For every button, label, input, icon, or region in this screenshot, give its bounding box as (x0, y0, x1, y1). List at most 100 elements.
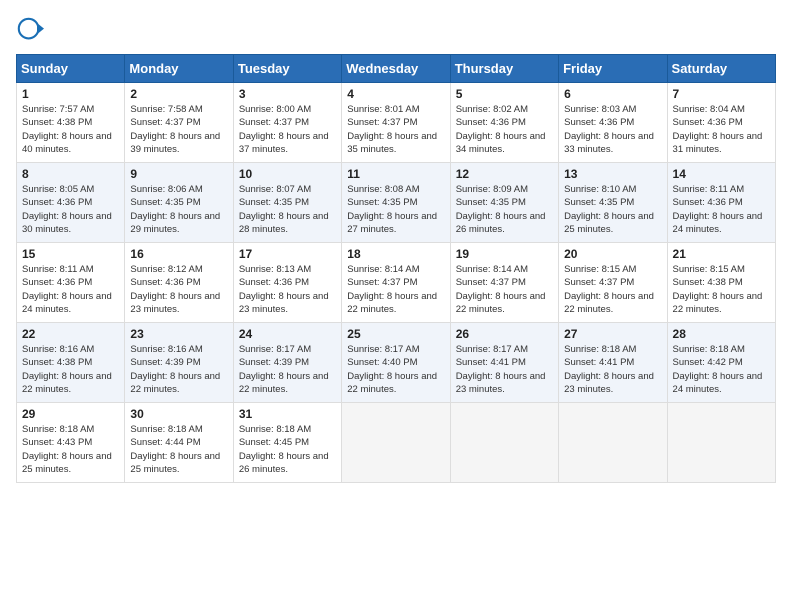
calendar-week-row: 22 Sunrise: 8:16 AMSunset: 4:38 PMDayligh… (17, 323, 776, 403)
cell-info: Sunrise: 8:18 AMSunset: 4:43 PMDaylight:… (22, 424, 112, 475)
calendar-cell: 21 Sunrise: 8:15 AMSunset: 4:38 PMDayligh… (667, 243, 775, 323)
calendar-cell: 2Sunrise: 7:58 AMSunset: 4:37 PMDaylight… (125, 83, 233, 163)
cell-info: Sunrise: 8:18 AMSunset: 4:41 PMDaylight:… (564, 344, 654, 395)
logo-icon (16, 16, 44, 44)
cell-info: Sunrise: 7:58 AMSunset: 4:37 PMDaylight:… (130, 104, 220, 155)
calendar-cell: 11 Sunrise: 8:08 AMSunset: 4:35 PMDayligh… (342, 163, 450, 243)
day-number: 16 (130, 247, 227, 261)
cell-info: Sunrise: 8:16 AMSunset: 4:39 PMDaylight:… (130, 344, 220, 395)
calendar-cell: 3 Sunrise: 8:00 AMSunset: 4:37 PMDaylight… (233, 83, 341, 163)
cell-info: Sunrise: 8:06 AMSunset: 4:35 PMDaylight:… (130, 184, 220, 235)
cell-info: Sunrise: 8:12 AMSunset: 4:36 PMDaylight:… (130, 264, 220, 315)
cell-info: Sunrise: 8:11 AMSunset: 4:36 PMDaylight:… (673, 184, 763, 235)
calendar-body: 1 Sunrise: 7:57 AMSunset: 4:38 PMDaylight… (17, 83, 776, 483)
day-number: 8 (22, 167, 119, 181)
weekday-header-saturday: Saturday (667, 55, 775, 83)
day-number: 3 (239, 87, 336, 101)
calendar-cell: 1 Sunrise: 7:57 AMSunset: 4:38 PMDaylight… (17, 83, 125, 163)
cell-info: Sunrise: 8:00 AMSunset: 4:37 PMDaylight:… (239, 104, 329, 155)
calendar-cell: 6 Sunrise: 8:03 AMSunset: 4:36 PMDaylight… (559, 83, 667, 163)
day-number: 25 (347, 327, 444, 341)
day-number: 7 (673, 87, 770, 101)
cell-info: Sunrise: 8:13 AMSunset: 4:36 PMDaylight:… (239, 264, 329, 315)
logo (16, 16, 48, 44)
weekday-header-wednesday: Wednesday (342, 55, 450, 83)
calendar-cell (559, 403, 667, 483)
day-number: 5 (456, 87, 553, 101)
cell-info: Sunrise: 8:16 AMSunset: 4:38 PMDaylight:… (22, 344, 112, 395)
calendar-cell: 16 Sunrise: 8:12 AMSunset: 4:36 PMDayligh… (125, 243, 233, 323)
day-number: 29 (22, 407, 119, 421)
calendar-cell: 26Sunrise: 8:17 AMSunset: 4:41 PMDayligh… (450, 323, 558, 403)
calendar-cell: 29 Sunrise: 8:18 AMSunset: 4:43 PMDayligh… (17, 403, 125, 483)
calendar-cell (667, 403, 775, 483)
cell-info: Sunrise: 8:17 AMSunset: 4:40 PMDaylight:… (347, 344, 437, 395)
day-number: 12 (456, 167, 553, 181)
weekday-header-tuesday: Tuesday (233, 55, 341, 83)
calendar-week-row: 29 Sunrise: 8:18 AMSunset: 4:43 PMDayligh… (17, 403, 776, 483)
cell-info: Sunrise: 7:57 AMSunset: 4:38 PMDaylight:… (22, 104, 112, 155)
calendar-cell: 20 Sunrise: 8:15 AMSunset: 4:37 PMDayligh… (559, 243, 667, 323)
calendar-week-row: 8 Sunrise: 8:05 AMSunset: 4:36 PMDaylight… (17, 163, 776, 243)
calendar-cell: 5 Sunrise: 8:02 AMSunset: 4:36 PMDaylight… (450, 83, 558, 163)
cell-info: Sunrise: 8:07 AMSunset: 4:35 PMDaylight:… (239, 184, 329, 235)
day-number: 14 (673, 167, 770, 181)
calendar-cell: 14 Sunrise: 8:11 AMSunset: 4:36 PMDayligh… (667, 163, 775, 243)
cell-info: Sunrise: 8:14 AMSunset: 4:37 PMDaylight:… (456, 264, 546, 315)
cell-info: Sunrise: 8:09 AMSunset: 4:35 PMDaylight:… (456, 184, 546, 235)
cell-info: Sunrise: 8:18 AMSunset: 4:44 PMDaylight:… (130, 424, 220, 475)
calendar-cell: 22 Sunrise: 8:16 AMSunset: 4:38 PMDayligh… (17, 323, 125, 403)
calendar-cell: 17 Sunrise: 8:13 AMSunset: 4:36 PMDayligh… (233, 243, 341, 323)
cell-info: Sunrise: 8:04 AMSunset: 4:36 PMDaylight:… (673, 104, 763, 155)
cell-info: Sunrise: 8:05 AMSunset: 4:36 PMDaylight:… (22, 184, 112, 235)
calendar-cell (342, 403, 450, 483)
day-number: 27 (564, 327, 661, 341)
calendar-cell: 4 Sunrise: 8:01 AMSunset: 4:37 PMDaylight… (342, 83, 450, 163)
day-number: 18 (347, 247, 444, 261)
cell-info: Sunrise: 8:10 AMSunset: 4:35 PMDaylight:… (564, 184, 654, 235)
calendar-cell: 9 Sunrise: 8:06 AMSunset: 4:35 PMDaylight… (125, 163, 233, 243)
cell-info: Sunrise: 8:02 AMSunset: 4:36 PMDaylight:… (456, 104, 546, 155)
page-header (16, 16, 776, 44)
calendar-cell: 28Sunrise: 8:18 AMSunset: 4:42 PMDayligh… (667, 323, 775, 403)
cell-info: Sunrise: 8:01 AMSunset: 4:37 PMDaylight:… (347, 104, 437, 155)
day-number: 10 (239, 167, 336, 181)
calendar-cell: 31Sunrise: 8:18 AMSunset: 4:45 PMDayligh… (233, 403, 341, 483)
day-number: 13 (564, 167, 661, 181)
day-number: 4 (347, 87, 444, 101)
cell-info: Sunrise: 8:08 AMSunset: 4:35 PMDaylight:… (347, 184, 437, 235)
day-number: 19 (456, 247, 553, 261)
day-number: 11 (347, 167, 444, 181)
weekday-header-friday: Friday (559, 55, 667, 83)
day-number: 1 (22, 87, 119, 101)
calendar-cell: 8 Sunrise: 8:05 AMSunset: 4:36 PMDaylight… (17, 163, 125, 243)
weekday-header-monday: Monday (125, 55, 233, 83)
calendar-cell: 18Sunrise: 8:14 AMSunset: 4:37 PMDayligh… (342, 243, 450, 323)
calendar-cell: 27 Sunrise: 8:18 AMSunset: 4:41 PMDayligh… (559, 323, 667, 403)
calendar-week-row: 15Sunrise: 8:11 AMSunset: 4:36 PMDayligh… (17, 243, 776, 323)
day-number: 15 (22, 247, 119, 261)
cell-info: Sunrise: 8:03 AMSunset: 4:36 PMDaylight:… (564, 104, 654, 155)
calendar-cell: 30 Sunrise: 8:18 AMSunset: 4:44 PMDayligh… (125, 403, 233, 483)
calendar-cell: 10 Sunrise: 8:07 AMSunset: 4:35 PMDayligh… (233, 163, 341, 243)
cell-info: Sunrise: 8:15 AMSunset: 4:37 PMDaylight:… (564, 264, 654, 315)
day-number: 22 (22, 327, 119, 341)
day-number: 26 (456, 327, 553, 341)
day-number: 30 (130, 407, 227, 421)
calendar-cell: 23Sunrise: 8:16 AMSunset: 4:39 PMDayligh… (125, 323, 233, 403)
calendar-cell: 7 Sunrise: 8:04 AMSunset: 4:36 PMDaylight… (667, 83, 775, 163)
calendar-cell: 19 Sunrise: 8:14 AMSunset: 4:37 PMDayligh… (450, 243, 558, 323)
day-number: 21 (673, 247, 770, 261)
day-number: 20 (564, 247, 661, 261)
cell-info: Sunrise: 8:18 AMSunset: 4:45 PMDaylight:… (239, 424, 329, 475)
cell-info: Sunrise: 8:17 AMSunset: 4:39 PMDaylight:… (239, 344, 329, 395)
cell-info: Sunrise: 8:15 AMSunset: 4:38 PMDaylight:… (673, 264, 763, 315)
day-number: 6 (564, 87, 661, 101)
day-number: 28 (673, 327, 770, 341)
calendar-cell: 25 Sunrise: 8:17 AMSunset: 4:40 PMDayligh… (342, 323, 450, 403)
day-number: 17 (239, 247, 336, 261)
calendar-cell: 24Sunrise: 8:17 AMSunset: 4:39 PMDayligh… (233, 323, 341, 403)
calendar-cell: 13 Sunrise: 8:10 AMSunset: 4:35 PMDayligh… (559, 163, 667, 243)
day-number: 9 (130, 167, 227, 181)
calendar-cell: 12 Sunrise: 8:09 AMSunset: 4:35 PMDayligh… (450, 163, 558, 243)
